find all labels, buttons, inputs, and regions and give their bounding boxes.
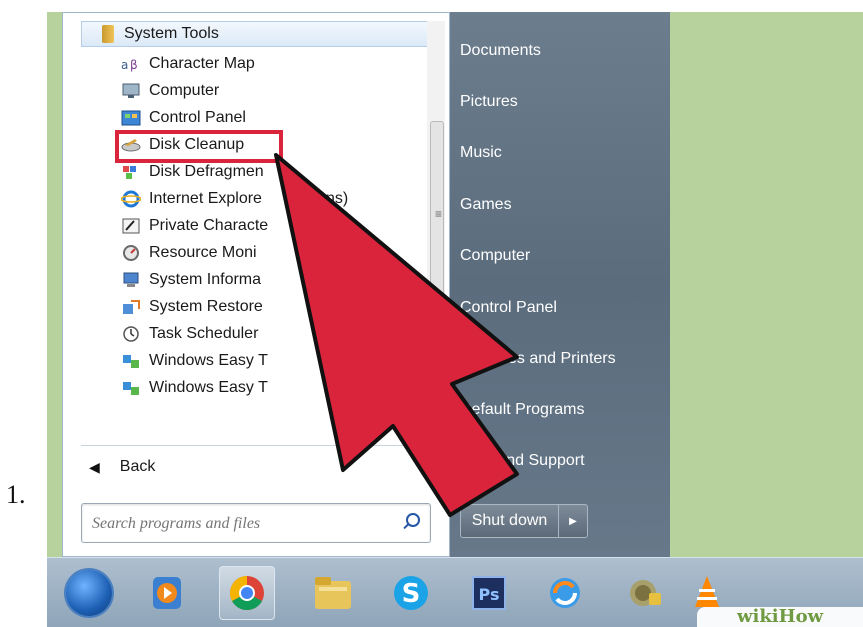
wikihow-watermark: wikiHow: [697, 607, 863, 627]
step-number: 1.: [6, 480, 26, 509]
red-pointer-arrow: [274, 153, 519, 517]
screenshot-frame: System Tools aβ Character Map Computer C…: [47, 12, 863, 627]
